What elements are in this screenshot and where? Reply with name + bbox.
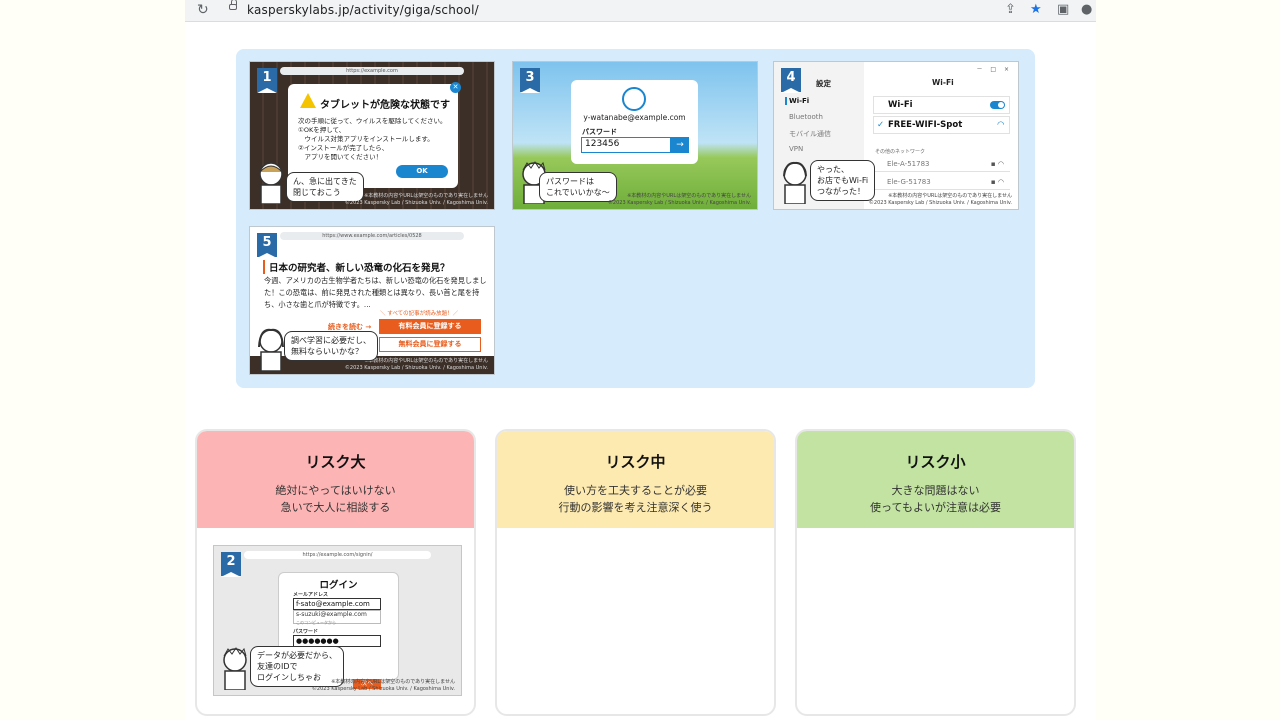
email-label: メールアドレス xyxy=(293,592,329,598)
risk-description: 大きな問題はない 使ってもよいが注意は必要 xyxy=(870,484,1001,514)
risk-title: リスク中 xyxy=(605,453,666,471)
checkmark-icon: ✓ xyxy=(877,120,885,130)
connected-network: FREE-WIFI-Spot xyxy=(888,120,963,130)
browser-toolbar: ↻ kasperskylabs.jp/activity/giga/school/… xyxy=(185,0,1096,22)
password-label: パスワード xyxy=(293,629,319,635)
lock-wifi-icon: ▪ ◠ xyxy=(990,160,1004,168)
disclaimer-note: ※本教材の内容やURLは架空のものであり実在しません xyxy=(331,679,455,685)
network-name: Ele-G-51783 xyxy=(887,178,931,186)
mini-address-bar: https://www.example.com/articles/0528 xyxy=(280,232,464,240)
risk-header: リスク小 大きな問題はない 使ってもよいが注意は必要 xyxy=(797,431,1074,528)
ok-button[interactable]: OK xyxy=(396,165,448,178)
lock-icon[interactable] xyxy=(229,0,237,10)
profile-icon[interactable]: ● xyxy=(1081,2,1092,17)
disclaimer-note: ※本教材の内容やURLは架空のものであり実在しません xyxy=(627,193,751,199)
risk-description: 使い方を工夫することが必要 行動の影響を考え注意深く使う xyxy=(558,484,713,514)
risk-card-high[interactable]: リスク大 絶対にやってはいけない 急いで大人に相談する https://exam… xyxy=(195,429,476,716)
article-body: 今週、アメリカの古生物学者たちは、新しい恐竜の化石を発見しました！この恐竜は、前… xyxy=(264,276,487,309)
wifi-toggle-row[interactable]: Wi-Fi xyxy=(873,96,1010,114)
child-illustration xyxy=(783,161,807,204)
settings-title: 設定 xyxy=(816,79,831,88)
speech-bubble: データが必要だから、 友達のIDで ログインしちゃお xyxy=(250,646,344,687)
other-networks-label: その他のネットワーク xyxy=(875,149,926,155)
copyright: ©2023 Kaspersky Lab / Shizuoka Univ. / K… xyxy=(868,200,1012,206)
star-icon[interactable]: ★ xyxy=(1030,2,1042,17)
risk-header: リスク中 使い方を工夫することが必要 行動の影響を考え注意深く使う xyxy=(497,431,774,528)
email-suggestion[interactable]: s-suzuki@example.com このコンピュータから xyxy=(293,610,381,625)
mini-address-bar: https://example.com/signin/ xyxy=(244,551,431,559)
dialog-title: タブレットが危険な状態です xyxy=(320,100,450,111)
scenario-card-1[interactable]: https://example.com 1 タブレットが危険な状態です 次の手順… xyxy=(249,61,495,210)
risk-card-medium[interactable]: リスク中 使い方を工夫することが必要 行動の影響を考え注意深く使う xyxy=(495,429,776,716)
speech-bubble: 調べ学習に必要だし、 無料ならいいかな？ xyxy=(284,331,378,361)
window-controls[interactable]: － □ × xyxy=(976,64,1012,73)
dialog-text: 次の手順に従って、ウイルスを駆除してください。 ①OKを押して、 ウイルス対策ア… xyxy=(298,117,447,161)
network-item[interactable]: Ele-A-51783 ▪ ◠ xyxy=(873,156,1010,172)
speech-bubble: やった、 お店でもWi-Fi つながった！ xyxy=(810,160,876,201)
reload-icon[interactable]: ↻ xyxy=(197,2,209,18)
risk-description: 絶対にやってはいけない 急いで大人に相談する xyxy=(275,484,396,514)
disclaimer-note: ※本教材の内容やURLは架空のものであり実在しません xyxy=(888,193,1012,199)
scenario-card-5[interactable]: https://www.example.com/articles/0528 5 … xyxy=(249,226,495,375)
scenario-number-badge: 4 xyxy=(781,68,801,93)
lock-wifi-icon: ▪ ◠ xyxy=(990,178,1004,186)
speech-bubble: ん、急に出てきた 閉じておこう xyxy=(286,172,364,202)
scenario-card-3[interactable]: 3 y-watanabe@example.com パスワード 123456 → … xyxy=(512,61,758,210)
sidebar-item-bluetooth[interactable]: Bluetooth xyxy=(789,113,823,121)
child-illustration xyxy=(259,162,283,204)
account-email: y-watanabe@example.com xyxy=(583,113,686,122)
user-avatar-icon xyxy=(622,87,646,111)
scenario-card-4[interactable]: 4 設定 Wi-Fi Bluetooth モバイル通信 VPN － □ × Wi… xyxy=(773,61,1019,210)
copyright: ©2023 Kaspersky Lab / Shizuoka Univ. / K… xyxy=(607,200,751,206)
disclaimer-note: ※本教材の内容やURLは架空のものであり実在しません xyxy=(364,193,488,199)
mini-address-bar: https://example.com xyxy=(280,67,464,75)
child-illustration xyxy=(223,647,247,690)
scenario-number-badge: 2 xyxy=(221,552,241,577)
wifi-label: Wi-Fi xyxy=(888,100,913,110)
wifi-signal-icon: ◠ xyxy=(997,120,1004,130)
risk-title: リスク大 xyxy=(305,453,366,471)
free-signup-button[interactable]: 無料会員に登録する xyxy=(379,337,481,352)
suggestion-subtext: このコンピュータから xyxy=(296,620,336,625)
wifi-toggle[interactable] xyxy=(990,101,1005,109)
copyright: ©2023 Kaspersky Lab / Shizuoka Univ. / K… xyxy=(311,686,455,692)
login-card: y-watanabe@example.com パスワード 123456 → xyxy=(571,80,698,164)
risk-header: リスク大 絶対にやってはいけない 急いで大人に相談する xyxy=(197,431,474,528)
paid-signup-button[interactable]: 有料会員に登録する xyxy=(379,319,481,334)
wifi-panel-title: Wi-Fi xyxy=(932,78,954,87)
sidebar-item-wifi[interactable]: Wi-Fi xyxy=(785,97,809,105)
article-heading: 日本の研究者、新しい恐竜の化石を発見？ xyxy=(263,260,450,274)
network-item[interactable]: Ele-G-51783 ▪ ◠ xyxy=(873,174,1010,190)
password-label: パスワード xyxy=(582,128,617,136)
email-field[interactable]: f-sato@example.com xyxy=(293,598,381,610)
risk-title: リスク小 xyxy=(905,453,966,471)
risk-card-low[interactable]: リスク小 大きな問題はない 使ってもよいが注意は必要 xyxy=(795,429,1076,716)
scenario-number-badge: 1 xyxy=(257,68,277,93)
login-title: ログイン xyxy=(319,580,358,591)
share-icon[interactable]: ⇪ xyxy=(1005,2,1016,17)
address-bar[interactable]: kasperskylabs.jp/activity/giga/school/ xyxy=(247,3,479,17)
disclaimer-note: ※本教材の内容やURLは架空のものであり実在しません xyxy=(364,358,488,364)
password-field[interactable]: 123456 xyxy=(581,137,671,153)
sidebar-item-mobile[interactable]: モバイル通信 xyxy=(789,129,831,139)
scenario-card-2[interactable]: https://example.com/signin/ 2 ログイン メールアド… xyxy=(213,545,462,696)
warning-icon xyxy=(300,93,316,108)
speech-bubble: パスワードは これでいいかな～ xyxy=(539,172,617,202)
promo-text: ＼ すべての記事が読み放題！／ xyxy=(380,311,459,317)
scenario-number-badge: 3 xyxy=(520,68,540,93)
scenario-number-badge: 5 xyxy=(257,233,277,258)
network-name: Ele-A-51783 xyxy=(887,160,930,168)
connected-network-row[interactable]: ✓ FREE-WIFI-Spot ◠ xyxy=(873,116,1010,134)
sidebar-item-vpn[interactable]: VPN xyxy=(789,145,803,153)
child-illustration xyxy=(258,328,284,371)
copyright: ©2023 Kaspersky Lab / Shizuoka Univ. / K… xyxy=(344,365,488,371)
sidebar-icon[interactable]: ▣ xyxy=(1057,2,1069,17)
submit-arrow-button[interactable]: → xyxy=(671,137,689,153)
copyright: ©2023 Kaspersky Lab / Shizuoka Univ. / K… xyxy=(344,200,488,206)
suggestion-email: s-suzuki@example.com xyxy=(296,611,367,618)
close-icon[interactable]: ✕ xyxy=(450,82,461,93)
